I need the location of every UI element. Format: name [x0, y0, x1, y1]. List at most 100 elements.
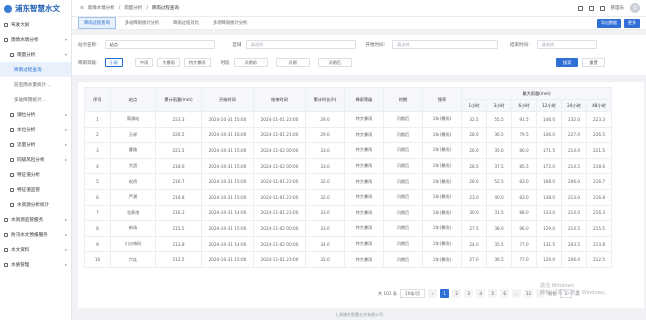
sidebar-item[interactable]: 流量分析 ▸ — [0, 137, 71, 152]
page-ellipsis[interactable]: … — [512, 289, 522, 298]
rain-level-light[interactable]: 小雨 — [104, 58, 123, 67]
sidebar-item[interactable]: 雨量分析 ▾ — [0, 47, 71, 62]
table-row[interactable]: 5 祝桥 216.7 2024-10-31 15:00 2024-11-01 23:00… — [84, 173, 612, 190]
sidebar-item[interactable]: 雨情水情分析 ▾ — [0, 32, 71, 47]
page-button-3[interactable]: 3 — [464, 289, 474, 298]
table-row[interactable]: 9 川沙南码 213.8 2024-10-31 14:00 2024-11-02 00:… — [84, 235, 612, 253]
page-button-2[interactable]: 2 — [452, 289, 462, 298]
rain-level-heavy[interactable]: 大暴雨 — [157, 58, 180, 67]
windows-activation-watermark: 激活 Windows 转到“设置”以激活 Windows。 — [540, 283, 609, 297]
period-post-flood[interactable]: 汛期后 — [317, 58, 352, 67]
rain-level-moderate[interactable]: 中雨 — [134, 58, 154, 67]
page-button-6[interactable]: 6 — [500, 289, 510, 298]
col-header[interactable]: 累计雨量(mm) — [155, 87, 202, 112]
sub-col-header[interactable]: 6小时 — [511, 99, 537, 112]
table-cell: 91.5 — [511, 111, 537, 128]
sidebar-item[interactable]: 潮位分析 ▸ — [0, 107, 71, 122]
tab-multi-event[interactable]: 多场降雨统计分析 — [208, 18, 252, 28]
page-button-5[interactable]: 5 — [488, 289, 498, 298]
prev-page-button[interactable]: ‹ — [428, 289, 438, 298]
sidebar-item[interactable]: 水资源分析统计 — [0, 197, 71, 212]
breadcrumb-item[interactable]: 雨量分析 — [124, 5, 142, 11]
more-button[interactable]: 更多 — [624, 18, 640, 28]
table-row[interactable]: 7 北蔡南 216.3 2024-10-31 14:00 2024-11-01 23:0… — [84, 204, 612, 222]
avatar[interactable]: 管 — [630, 3, 640, 13]
sidebar-item[interactable]: 水文资料 ▸ — [0, 242, 71, 257]
table-cell: 171.5 — [536, 142, 562, 159]
col-header[interactable]: 结束时间 — [253, 87, 306, 112]
table-cell: 1年(暴雨) — [422, 251, 462, 268]
table-row[interactable]: 3 曹路 221.5 2024-10-31 15:00 2024-11-02 00:00… — [84, 142, 612, 159]
col-header[interactable]: 频率 — [422, 87, 462, 112]
sidebar-item[interactable]: 水资源监管服务 ▸ — [0, 212, 71, 227]
end-time-picker[interactable]: 请选择 — [536, 40, 597, 49]
table-row[interactable]: 10 六灶 212.5 2024-10-31 15:00 2024-11-01 23:0… — [84, 251, 612, 268]
table-cell: 146.0 — [536, 111, 562, 128]
sub-col-header[interactable]: 48小时 — [586, 99, 612, 112]
period-flood[interactable]: 汛期 — [275, 58, 310, 67]
table-cell: 85.5 — [511, 157, 537, 175]
user-name[interactable]: 管理员 — [611, 5, 625, 11]
col-header[interactable]: 降雨等级 — [344, 87, 384, 112]
page-button-1[interactable]: 1 — [440, 289, 450, 298]
table-cell: 32.5 — [461, 111, 487, 128]
table-row[interactable]: 8 新场 215.5 2024-10-31 15:00 2024-11-02 00:00… — [84, 220, 612, 237]
tab-multi-station[interactable]: 多站降雨统计分析 — [120, 18, 164, 28]
table-row[interactable]: 1 周浦站 223.3 2024-10-31 15:00 2024-11-01 23:0… — [84, 111, 612, 128]
search-button[interactable]: 搜索 — [556, 58, 579, 67]
export-button[interactable]: 导出数据 — [597, 18, 621, 28]
sub-col-header[interactable]: 24小时 — [561, 99, 587, 112]
table-cell: 216.3 — [586, 204, 612, 222]
period-pre-flood[interactable]: 汛期前 — [233, 58, 268, 67]
end-time-label: 结束时间： — [510, 42, 533, 48]
sidebar-item[interactable]: 多站降雨统计… — [0, 92, 71, 107]
sidebar-item-label: 水资源分析统计 — [17, 202, 50, 208]
sidebar-item[interactable]: 特征值分析 — [0, 167, 71, 182]
filter-actions: 搜索 重置 — [556, 58, 605, 67]
sidebar-item[interactable]: 防汛水文预报服务 ▸ — [0, 227, 71, 242]
menu-icon — [4, 37, 8, 42]
start-time-picker[interactable]: 请选择 — [392, 40, 498, 49]
page-size-select[interactable]: 10条/页 — [400, 289, 426, 298]
sub-col-header[interactable]: 12小时 — [536, 99, 562, 112]
sidebar-item[interactable]: 同级风险分析 ▸ — [0, 152, 71, 167]
table-row[interactable]: 2 万祥 226.5 2024-10-31 16:00 2024-11-01 21:00… — [84, 126, 612, 144]
col-header[interactable]: 站点 — [110, 87, 156, 112]
page-button-4[interactable]: 4 — [476, 289, 486, 298]
fullscreen-icon[interactable] — [588, 5, 594, 11]
col-header[interactable]: 开始时间 — [201, 87, 254, 112]
breadcrumb-item[interactable]: 雨情水情分析 — [88, 5, 115, 11]
menu-toggle-icon[interactable]: ≡ — [80, 6, 84, 11]
sidebar-item[interactable]: 降雨过程查询 — [0, 62, 71, 77]
sub-col-header[interactable]: 1小时 — [461, 99, 487, 112]
sidebar-item[interactable]: 水位分析 ▸ — [0, 122, 71, 137]
station-select[interactable]: 站点 — [104, 40, 215, 49]
tab-rain-process[interactable]: 降雨过程查询 — [78, 17, 116, 29]
bell-icon[interactable] — [599, 5, 605, 11]
col-header[interactable]: 累计时长(h) — [305, 87, 345, 112]
tab-process-compare[interactable]: 降雨过程对比 — [168, 18, 204, 28]
search-icon[interactable] — [577, 5, 583, 11]
reset-button[interactable]: 重置 — [582, 58, 605, 67]
rain-level-extreme[interactable]: 特大暴雨 — [183, 58, 211, 67]
sidebar-item[interactable]: 水质管理 ▸ — [0, 257, 71, 272]
table-cell: 83.0 — [511, 188, 537, 206]
col-header[interactable]: 时期 — [383, 87, 423, 112]
table-cell: 213.8 — [586, 235, 612, 253]
table-cell: 146.0 — [536, 126, 562, 144]
sidebar-item[interactable]: 驾驶大屏 — [0, 17, 71, 32]
table-row[interactable]: 6 芦潮 216.8 2024-10-31 15:00 2024-11-01 23:00… — [84, 188, 612, 206]
table-cell: 特大暴雨 — [344, 157, 384, 175]
col-header[interactable]: 序号 — [84, 87, 111, 112]
area-select[interactable]: 请选择 — [245, 40, 356, 49]
table-row[interactable]: 4 大团 218.6 2024-10-31 15:00 2024-11-02 00:00… — [84, 157, 612, 175]
table-cell: 32.0 — [305, 173, 345, 190]
table-cell: 52.5 — [486, 173, 512, 190]
page-button-11[interactable]: 11 — [524, 289, 534, 298]
sidebar-item[interactable]: 前后雨水量统计… — [0, 77, 71, 92]
sub-col-header[interactable]: 3小时 — [486, 99, 512, 112]
table-cell: 216.3 — [155, 204, 202, 222]
table-body: 1 周浦站 223.3 2024-10-31 15:00 2024-11-01 23:0… — [84, 111, 612, 268]
sidebar-item-label: 水资源监管服务 — [11, 217, 44, 223]
sidebar-item[interactable]: 特征值监管 — [0, 182, 71, 197]
